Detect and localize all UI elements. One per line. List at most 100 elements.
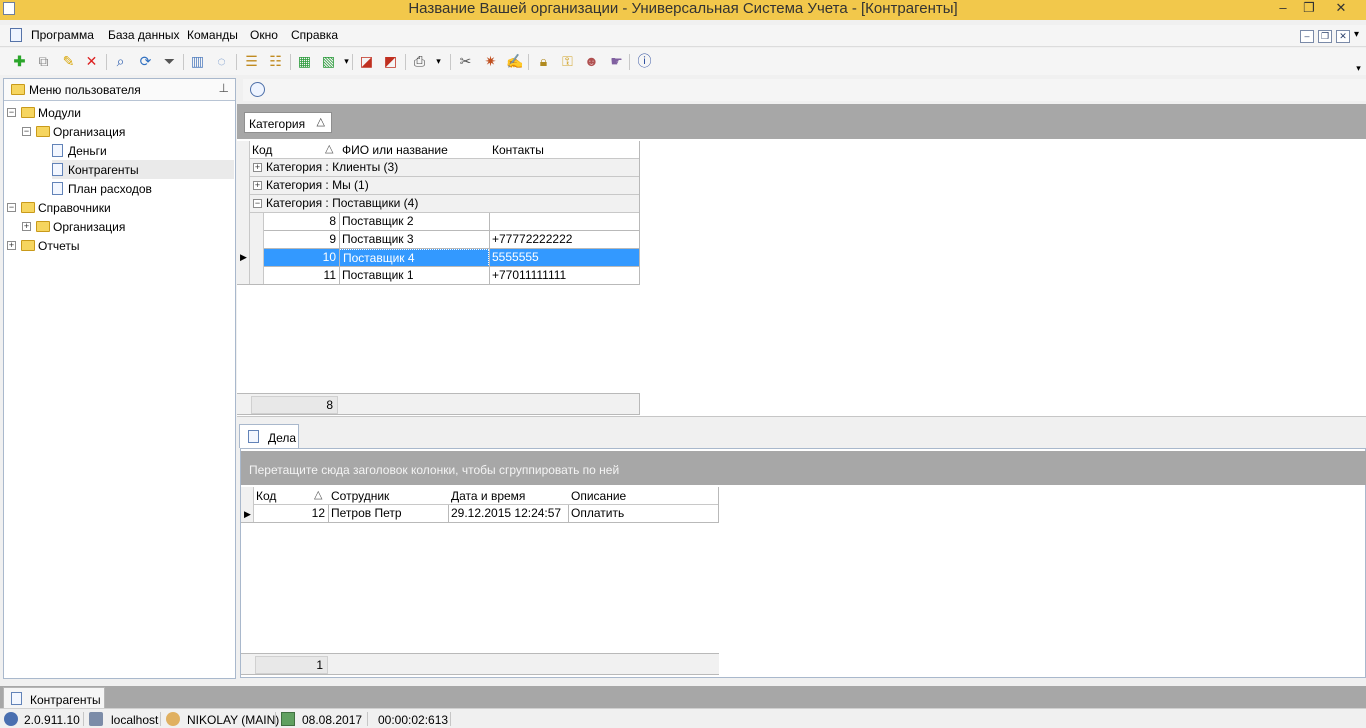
tree-item-modules[interactable]: Модули xyxy=(38,106,81,120)
print-dropdown-icon[interactable]: ▾ xyxy=(430,53,447,70)
sort-asc-icon: △ xyxy=(314,489,323,501)
cell-description[interactable]: Оплатить xyxy=(568,505,718,523)
column-header-employee[interactable]: Сотрудник xyxy=(327,487,393,505)
tree-item-expense-plan[interactable]: План расходов xyxy=(68,182,152,196)
expand-icon[interactable]: + xyxy=(253,163,262,172)
column-header-datetime[interactable]: Дата и время xyxy=(447,487,529,505)
server-icon xyxy=(89,712,103,726)
refresh-icon[interactable]: ⟳ xyxy=(137,53,154,70)
collapse-icon[interactable]: − xyxy=(253,199,262,208)
tree-item-counterparties[interactable]: Контрагенты xyxy=(68,163,139,177)
close-window-icon[interactable]: ◩ xyxy=(382,53,399,70)
search-icon[interactable]: ⌕ xyxy=(112,53,129,70)
group-chip-category[interactable]: Категория △ xyxy=(244,112,332,133)
tree-item-money[interactable]: Деньги xyxy=(68,144,107,158)
tree-item-references[interactable]: Справочники xyxy=(38,201,111,215)
row-pointer-icon: ▶ xyxy=(244,509,251,519)
filter-icon[interactable]: ⏷ xyxy=(161,53,178,70)
folder-icon xyxy=(21,202,35,213)
status-user: NIKOLAY (MAIN) xyxy=(187,713,280,727)
sort-asc-icon: △ xyxy=(325,143,334,155)
excel-import-icon[interactable]: ▧ xyxy=(320,53,337,70)
tab-tasks[interactable]: Дела xyxy=(239,424,299,448)
group-row[interactable]: − Категория : Поставщики (4) xyxy=(250,195,639,213)
lock-icon[interactable]: 🔒︎ xyxy=(535,53,552,70)
menu-program[interactable]: Программа xyxy=(31,28,94,42)
expand-icon[interactable]: + xyxy=(7,241,16,250)
collapse-icon[interactable]: − xyxy=(22,127,31,136)
cell-code[interactable]: 12 xyxy=(254,505,328,523)
collapse-icon[interactable]: − xyxy=(7,203,16,212)
group-row[interactable]: + Категория : Клиенты (3) xyxy=(250,159,639,177)
row-count: 1 xyxy=(255,656,328,674)
tree-export-icon[interactable]: ☷ xyxy=(267,53,284,70)
expand-icon[interactable]: + xyxy=(22,222,31,231)
window-title: Название Вашей организации - Универсальн… xyxy=(408,0,958,17)
cell-datetime[interactable]: 29.12.2015 12:24:57 xyxy=(448,505,568,523)
users-icon[interactable]: ☻ xyxy=(583,53,600,70)
group-row[interactable]: + Категория : Мы (1) xyxy=(250,177,639,195)
delete-icon[interactable]: ✕ xyxy=(83,53,100,70)
mdi-restore-button[interactable]: ❐ xyxy=(1318,30,1332,43)
minimize-button[interactable]: – xyxy=(1276,0,1290,20)
new-window-icon[interactable]: ◪ xyxy=(358,53,375,70)
cell-contacts[interactable]: 5555555 xyxy=(489,249,639,267)
cell-code[interactable]: 11 xyxy=(264,267,339,285)
edit-icon[interactable]: ✎ xyxy=(60,53,77,70)
cell-code[interactable]: 9 xyxy=(264,231,339,249)
tree-item-reports[interactable]: Отчеты xyxy=(38,239,79,253)
close-button[interactable]: ✕ xyxy=(1334,0,1348,20)
cell-contacts[interactable] xyxy=(489,213,639,231)
cell-contacts[interactable]: +77011111111 xyxy=(489,267,639,285)
pin-icon[interactable]: ⊥ xyxy=(219,81,229,95)
tree-icon[interactable]: ☰ xyxy=(243,53,260,70)
collapse-icon[interactable]: − xyxy=(7,108,16,117)
comments-icon[interactable]: ◌ xyxy=(213,53,230,70)
toolbar: ✚ ⧉ ✎ ✕ ⌕ ⟳ ⏷ ▥ ◌ ☰ ☷ ▦ ▧ ▾ ◪ ◩ ⎙ ▾ ✂ ✷ … xyxy=(0,48,1366,75)
column-header-code[interactable]: Код xyxy=(252,487,280,505)
cell-contacts[interactable]: +77772222222 xyxy=(489,231,639,249)
tree-item-organization-ref[interactable]: Организация xyxy=(53,220,125,234)
menu-help[interactable]: Справка xyxy=(291,28,338,42)
cell-name[interactable]: Поставщик 3 xyxy=(339,231,489,249)
menu-commands[interactable]: Команды xyxy=(187,28,238,42)
cell-name[interactable]: Поставщик 4 xyxy=(339,249,489,267)
menu-database[interactable]: База данных xyxy=(108,28,179,42)
menu-window[interactable]: Окно xyxy=(250,28,278,42)
cell-code[interactable]: 8 xyxy=(264,213,339,231)
maximize-button[interactable]: ❐ xyxy=(1302,0,1316,20)
window-tab-counterparties[interactable]: Контрагенты xyxy=(3,687,105,708)
status-elapsed: 00:00:02:613 xyxy=(378,713,449,727)
clock-icon[interactable] xyxy=(250,82,265,97)
folder-icon xyxy=(21,240,35,251)
document-icon[interactable] xyxy=(10,28,22,42)
column-header-description[interactable]: Описание xyxy=(567,487,630,505)
column-header-code[interactable]: Код xyxy=(248,141,276,159)
chart-icon[interactable]: ▥ xyxy=(189,53,206,70)
add-icon[interactable]: ✚ xyxy=(11,53,28,70)
copy-icon[interactable]: ⧉ xyxy=(35,53,52,70)
print-icon[interactable]: ⎙ xyxy=(411,53,428,70)
cell-employee[interactable]: Петров Петр xyxy=(328,505,448,523)
magic-icon[interactable]: ✷ xyxy=(482,53,499,70)
cell-name[interactable]: Поставщик 2 xyxy=(339,213,489,231)
column-header-name[interactable]: ФИО или название xyxy=(338,141,452,159)
toolbar-overflow-icon[interactable]: ▾ xyxy=(1350,60,1366,77)
cell-name[interactable]: Поставщик 1 xyxy=(339,267,489,285)
notes-icon[interactable]: ✍ xyxy=(506,53,523,70)
excel-export-icon[interactable]: ▦ xyxy=(296,53,313,70)
folder-icon xyxy=(21,107,35,118)
tools-icon[interactable]: ✂ xyxy=(457,53,474,70)
mdi-minimize-button[interactable]: – xyxy=(1300,30,1314,43)
column-header-contacts[interactable]: Контакты xyxy=(488,141,548,159)
key-icon[interactable]: ⚿ xyxy=(559,53,576,70)
menu-overflow-icon[interactable]: ▾ xyxy=(1354,29,1359,40)
hand-icon[interactable]: ☛ xyxy=(608,53,625,70)
info-icon[interactable]: ⓘ xyxy=(636,53,653,70)
splitter[interactable] xyxy=(237,416,1366,424)
tree-item-organization[interactable]: Организация xyxy=(53,125,125,139)
row-count: 8 xyxy=(251,396,338,414)
expand-icon[interactable]: + xyxy=(253,181,262,190)
mdi-close-button[interactable]: ✕ xyxy=(1336,30,1350,43)
cell-code[interactable]: 10 xyxy=(264,249,339,267)
